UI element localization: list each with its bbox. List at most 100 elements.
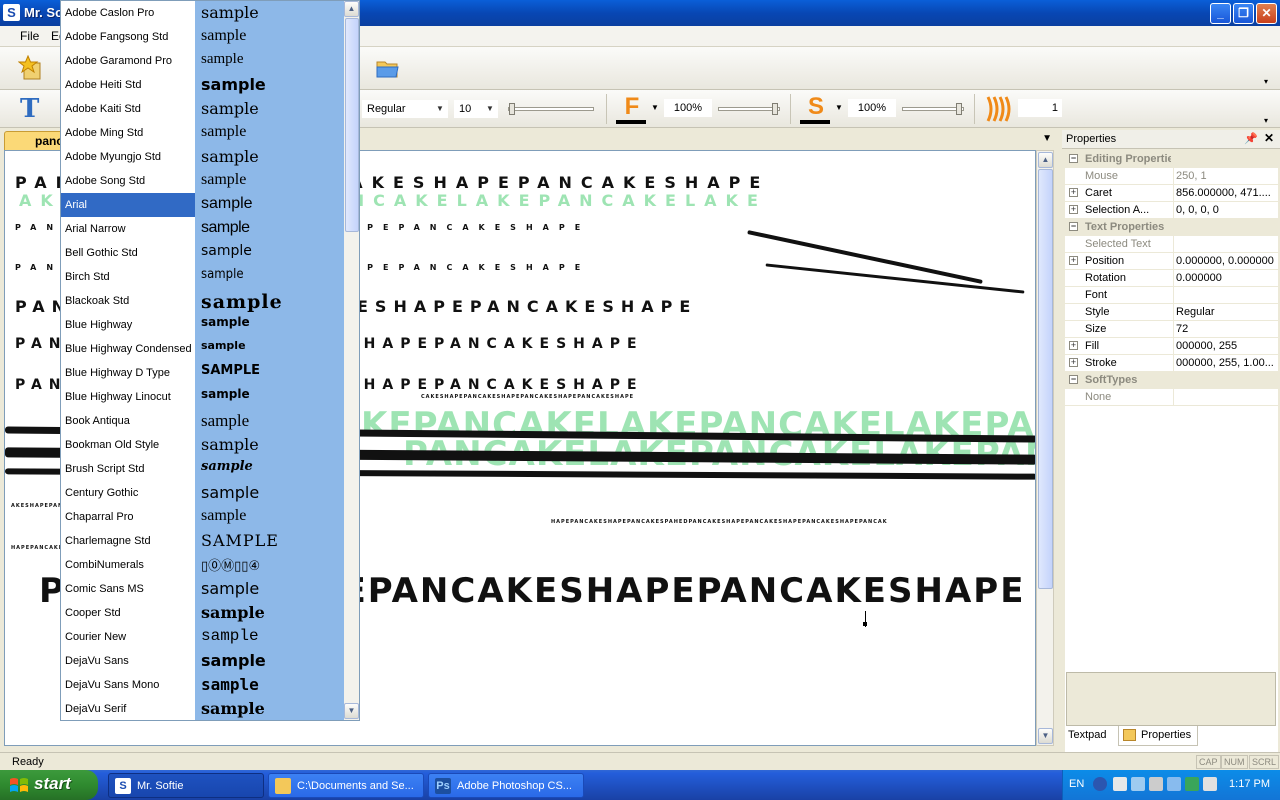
- fill-color-icon[interactable]: F: [618, 93, 646, 121]
- font-option[interactable]: Charlemagne Std SAMPLE: [61, 529, 344, 553]
- new-star-icon[interactable]: [17, 54, 44, 81]
- font-option[interactable]: Adobe Heiti Std sample: [61, 73, 344, 97]
- wireless-icon[interactable]: [1203, 777, 1217, 791]
- property-row[interactable]: None: [1065, 389, 1278, 406]
- font-option[interactable]: Bell Gothic Std sample: [61, 241, 344, 265]
- property-value[interactable]: 72: [1176, 323, 1276, 335]
- scroll-down-icon[interactable]: ▼: [1038, 728, 1053, 744]
- font-option[interactable]: Century Gothic sample: [61, 481, 344, 505]
- property-category[interactable]: − Editing Properties: [1065, 151, 1278, 168]
- property-row[interactable]: Mouse 250, 1: [1065, 168, 1278, 185]
- collapse-icon[interactable]: −: [1069, 375, 1078, 384]
- property-row[interactable]: + Stroke 000000, 255, 1.00...: [1065, 355, 1278, 372]
- property-row[interactable]: + Position 0.000000, 0.000000: [1065, 253, 1278, 270]
- close-button[interactable]: ✕: [1256, 3, 1277, 24]
- expand-icon[interactable]: +: [1069, 256, 1078, 265]
- collapse-icon[interactable]: −: [1069, 222, 1078, 231]
- expand-icon[interactable]: +: [1069, 358, 1078, 367]
- font-option[interactable]: Adobe Garamond Pro sample: [61, 49, 344, 73]
- scroll-thumb[interactable]: [1038, 169, 1053, 589]
- fill-opacity-field[interactable]: 100%: [664, 99, 712, 117]
- font-option[interactable]: Adobe Kaiti Std sample: [61, 97, 344, 121]
- size-select[interactable]: 10 ▼: [454, 100, 498, 118]
- fill-color-swatch[interactable]: [616, 120, 646, 124]
- font-option[interactable]: Chaparral Pro sample: [61, 505, 344, 529]
- font-dropdown-list[interactable]: Adobe Caslon Pro sample Adobe Fangsong Std…: [60, 0, 360, 721]
- expand-tray-icon[interactable]: [1093, 777, 1107, 791]
- property-row[interactable]: + Caret 856.000000, 471....: [1065, 185, 1278, 202]
- property-category[interactable]: − SoftTypes: [1065, 372, 1278, 389]
- fill-dropdown-icon[interactable]: ▼: [651, 103, 659, 112]
- style-select[interactable]: Regular ▼: [362, 100, 448, 118]
- font-option[interactable]: Blue Highway D Type SAMPLE: [61, 361, 344, 385]
- property-value[interactable]: 0, 0, 0, 0: [1176, 204, 1276, 216]
- font-option[interactable]: Blackoak Std sample: [61, 289, 344, 313]
- task-explorer[interactable]: C:\Documents and Se...: [268, 773, 424, 798]
- property-row[interactable]: + Selection A... 0, 0, 0, 0: [1065, 202, 1278, 219]
- font-option[interactable]: DejaVu Serif sample: [61, 697, 344, 720]
- tab-textpad[interactable]: Textpad: [1062, 726, 1113, 746]
- stroke-color-icon[interactable]: S: [802, 93, 830, 121]
- property-row[interactable]: Rotation 0.000000: [1065, 270, 1278, 287]
- font-option[interactable]: Birch Std sample: [61, 265, 344, 289]
- font-option[interactable]: Arial Narrow sample: [61, 217, 344, 241]
- stroke-opacity-field[interactable]: 100%: [848, 99, 896, 117]
- property-value[interactable]: 000000, 255, 1.00...: [1176, 357, 1276, 369]
- tab-list-icon[interactable]: ▼: [1042, 133, 1052, 144]
- pin-icon[interactable]: 📌: [1244, 132, 1258, 145]
- stroke-color-swatch[interactable]: [800, 120, 830, 124]
- property-value[interactable]: 856.000000, 471....: [1176, 187, 1276, 199]
- canvas-vertical-scrollbar[interactable]: ▲ ▼: [1036, 150, 1054, 746]
- minimize-button[interactable]: _: [1210, 3, 1231, 24]
- menu-file[interactable]: File: [20, 29, 39, 43]
- network-icon[interactable]: [1131, 777, 1145, 791]
- font-option[interactable]: Book Antiqua sample: [61, 409, 344, 433]
- property-value[interactable]: Regular: [1176, 306, 1276, 318]
- size-slider-thumb[interactable]: [509, 103, 515, 115]
- scroll-up-icon[interactable]: ▲: [1038, 152, 1053, 168]
- font-option[interactable]: Cooper Std sample: [61, 601, 344, 625]
- fill-opacity-slider[interactable]: [718, 107, 780, 111]
- safely-remove-icon[interactable]: [1185, 777, 1199, 791]
- property-value[interactable]: 000000, 255: [1176, 340, 1276, 352]
- property-row[interactable]: Selected Text: [1065, 236, 1278, 253]
- toolbar-overflow-icon[interactable]: ▾: [1264, 77, 1268, 86]
- font-option[interactable]: Adobe Song Std sample: [61, 169, 344, 193]
- tray-app-icon[interactable]: [1167, 777, 1181, 791]
- tray-app-icon[interactable]: [1113, 777, 1127, 791]
- start-button[interactable]: start: [0, 770, 98, 800]
- maximize-button[interactable]: ❐: [1233, 3, 1254, 24]
- font-option[interactable]: DejaVu Sans sample: [61, 649, 344, 673]
- font-option[interactable]: DejaVu Sans Mono sample: [61, 673, 344, 697]
- font-option[interactable]: Brush Script Std sample: [61, 457, 344, 481]
- task-photoshop[interactable]: Ps Adobe Photoshop CS...: [428, 773, 584, 798]
- property-category[interactable]: − Text Properties: [1065, 219, 1278, 236]
- property-value[interactable]: 0.000000: [1176, 272, 1276, 284]
- stroke-dropdown-icon[interactable]: ▼: [835, 103, 843, 112]
- font-option[interactable]: Courier New sample: [61, 625, 344, 649]
- property-value[interactable]: 0.000000, 0.000000: [1176, 255, 1276, 267]
- fill-opacity-thumb[interactable]: [772, 103, 778, 115]
- font-list-scrollbar[interactable]: ▲ ▼: [344, 1, 359, 720]
- font-option[interactable]: Adobe Ming Std sample: [61, 121, 344, 145]
- toolbar-overflow-icon[interactable]: ▾: [1264, 116, 1268, 125]
- expand-icon[interactable]: +: [1069, 341, 1078, 350]
- font-option[interactable]: Arial sample: [61, 193, 344, 217]
- font-option[interactable]: Adobe Myungjo Std sample: [61, 145, 344, 169]
- font-option[interactable]: Blue Highway sample: [61, 313, 344, 337]
- text-tool-icon[interactable]: T: [20, 96, 46, 122]
- size-slider[interactable]: [508, 107, 594, 111]
- expand-icon[interactable]: +: [1069, 205, 1078, 214]
- task-mr-softie[interactable]: S Mr. Softie: [108, 773, 264, 798]
- property-row[interactable]: + Fill 000000, 255: [1065, 338, 1278, 355]
- font-option[interactable]: Comic Sans MS sample: [61, 577, 344, 601]
- volume-icon[interactable]: [1149, 777, 1163, 791]
- font-option[interactable]: CombiNumerals ▯⓪Ⓜ▯▯④: [61, 553, 344, 577]
- property-row[interactable]: Font: [1065, 287, 1278, 304]
- font-option[interactable]: Blue Highway Condensed sample: [61, 337, 344, 361]
- scroll-thumb[interactable]: [345, 18, 359, 232]
- collapse-icon[interactable]: −: [1069, 154, 1078, 163]
- property-row[interactable]: Size 72: [1065, 321, 1278, 338]
- scroll-up-icon[interactable]: ▲: [344, 1, 359, 17]
- close-icon[interactable]: ✕: [1264, 131, 1274, 145]
